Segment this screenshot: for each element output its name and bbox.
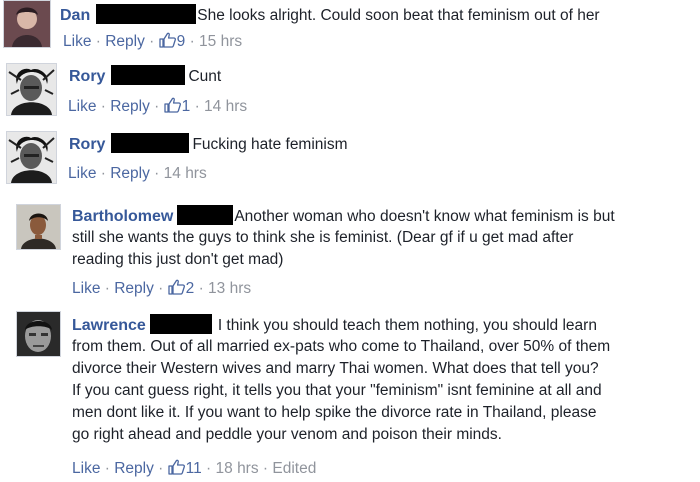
avatar[interactable] (6, 63, 57, 116)
redaction-bar (177, 205, 234, 225)
thumbs-up-icon[interactable] (158, 32, 176, 48)
timestamp[interactable]: 15 hrs (199, 33, 242, 50)
redaction-bar (111, 133, 190, 153)
timestamp[interactable]: 13 hrs (208, 280, 251, 297)
like-link[interactable]: Like (63, 33, 91, 50)
thumbs-up-icon[interactable] (163, 97, 181, 113)
timestamp[interactable]: 14 hrs (164, 165, 207, 182)
avatar[interactable] (16, 204, 61, 250)
reply-link[interactable]: Reply (114, 460, 154, 477)
author-name[interactable]: Rory (69, 68, 105, 85)
like-link[interactable]: Like (68, 98, 96, 115)
avatar-image (7, 64, 56, 115)
redaction-bar (96, 4, 197, 24)
comment-text: She looks alright. Could soon beat that … (197, 7, 600, 24)
avatar[interactable] (6, 131, 57, 184)
redaction-bar (111, 65, 186, 85)
thumbs-up-icon[interactable] (167, 279, 185, 295)
comment-text: Cunt (188, 68, 222, 85)
avatar-image (17, 205, 60, 249)
like-link[interactable]: Like (68, 165, 96, 182)
reply-link[interactable]: Reply (110, 98, 150, 115)
timestamp[interactable]: 14 hrs (204, 98, 247, 115)
avatar-image (7, 132, 56, 183)
comment-text-line: reading this just don't get mad) (72, 251, 284, 268)
author-name[interactable]: Bartholomew (72, 208, 173, 225)
comment-text: Fucking hate feminism (192, 136, 348, 153)
comment-text-line: from them. Out of all married ex-pats wh… (72, 338, 611, 355)
like-count[interactable]: 9 (177, 33, 186, 50)
comment-text-line: still she wants the guys to think she is… (72, 229, 574, 246)
like-count[interactable]: 1 (182, 98, 191, 115)
thumbs-up-icon[interactable] (167, 459, 185, 475)
author-name[interactable]: Lawrence (72, 317, 146, 334)
timestamp[interactable]: 18 hrs (216, 460, 259, 477)
comment-text-line: men dont like it. If you want to help sp… (72, 404, 597, 421)
comment-text-line: go right ahead and peddle your venom and… (72, 426, 502, 443)
redaction-bar (149, 314, 212, 334)
avatar-image (17, 312, 60, 356)
comment-text-line: I think you should teach them nothing, y… (217, 317, 597, 334)
like-link[interactable]: Like (72, 460, 100, 477)
avatar[interactable] (3, 0, 51, 48)
like-count[interactable]: 2 (186, 280, 195, 297)
comment-text-line: If you cant guess right, it tells you th… (72, 382, 602, 399)
like-link[interactable]: Like (72, 280, 100, 297)
avatar[interactable] (16, 311, 61, 357)
reply-link[interactable]: Reply (114, 280, 154, 297)
author-name[interactable]: Dan (60, 7, 90, 24)
reply-link[interactable]: Reply (110, 165, 150, 182)
edited-label[interactable]: Edited (272, 460, 316, 477)
reply-link[interactable]: Reply (105, 33, 145, 50)
like-count[interactable]: 11 (186, 460, 202, 477)
author-name[interactable]: Rory (69, 136, 105, 153)
comment-text-line: divorce their Western wives and marry Th… (72, 360, 599, 377)
comment-text-line: Another woman who doesn't know what femi… (234, 208, 615, 225)
avatar-image (4, 1, 50, 47)
